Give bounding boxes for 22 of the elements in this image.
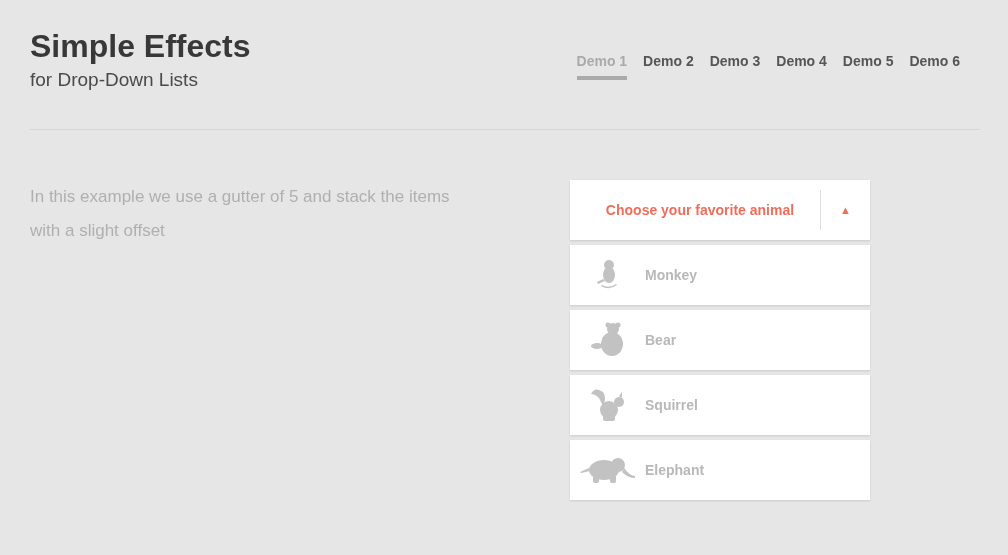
dropdown-header[interactable]: Choose your favorite animal ▲ (570, 180, 870, 240)
dropdown-toggle[interactable]: ▲ (821, 201, 870, 219)
demo-tab[interactable]: Demo 6 (909, 50, 960, 80)
elephant-icon (579, 456, 636, 484)
page-subtitle: for Drop-Down Lists (30, 68, 199, 92)
demo-tab[interactable]: Demo 1 (576, 50, 628, 80)
demo-tab[interactable]: Demo 3 (709, 50, 761, 80)
option-label: Bear (645, 330, 677, 350)
bear-icon (590, 322, 625, 358)
squirrel-icon (588, 388, 627, 422)
dropdown-option[interactable]: Squirrel (570, 375, 870, 435)
option-label: Elephant (645, 460, 705, 480)
dropdown-option[interactable]: Bear (570, 310, 870, 370)
option-label: Squirrel (645, 395, 698, 415)
dropdown-option[interactable]: Monkey (570, 245, 870, 305)
demo-tab[interactable]: Demo 4 (776, 50, 827, 80)
demo-tab[interactable]: Demo 5 (842, 50, 894, 80)
dropdown-option[interactable]: Elephant (570, 440, 870, 500)
page-title: Simple Effects (30, 27, 251, 66)
dropdown-label: Choose your favorite animal (604, 200, 796, 220)
demo-tab[interactable]: Demo 2 (643, 50, 694, 80)
option-label: Monkey (645, 265, 698, 285)
